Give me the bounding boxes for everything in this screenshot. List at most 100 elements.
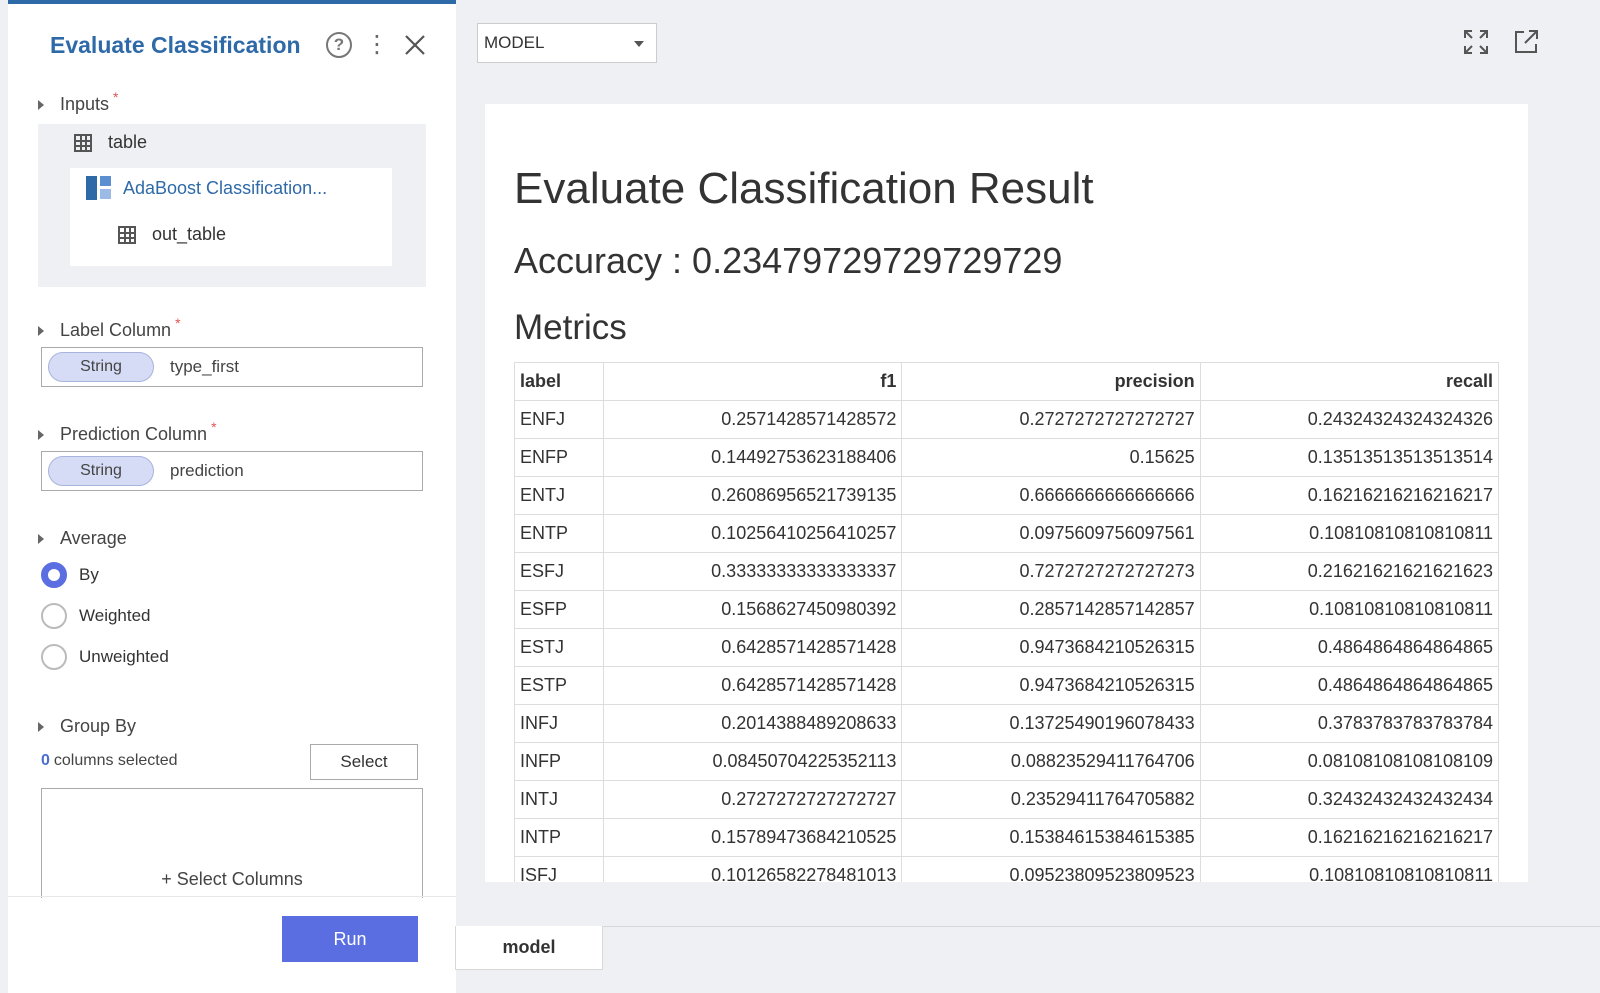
table-cell-label: ISFJ <box>513 856 605 882</box>
table-cell-precision: 0.7272727272727273 <box>901 552 1201 591</box>
select-columns-link[interactable]: + Select Columns <box>42 869 422 890</box>
average-option-unweighted[interactable]: Unweighted <box>41 644 169 670</box>
metrics-heading: Metrics <box>514 308 627 347</box>
expand-icon[interactable] <box>1462 28 1490 56</box>
metrics-table-body: ENFJ 0.2571428571428572 0.2727272727272727… <box>513 400 1500 882</box>
tab-model[interactable]: model <box>455 926 603 970</box>
prediction-column-type-badge: String <box>48 456 154 486</box>
table-cell-f1: 0.6428571428571428 <box>603 666 903 705</box>
input-table-row[interactable]: table <box>74 132 147 153</box>
table-cell-label: INTP <box>513 818 605 857</box>
table-row: ENTJ 0.26086956521739135 0.666666666666666… <box>513 476 1500 515</box>
table-cell-f1: 0.10126582278481013 <box>603 856 903 882</box>
table-cell-f1: 0.14492753623188406 <box>603 438 903 477</box>
result-card: Evaluate Classification Result Accuracy … <box>485 104 1528 882</box>
settings-panel: Evaluate Classification ? ⋮ Inputs * tab… <box>8 0 456 993</box>
table-cell-label: ESTJ <box>513 628 605 667</box>
panel-footer-divider <box>8 896 456 897</box>
more-options-icon[interactable]: ⋮ <box>362 30 392 60</box>
prediction-column-section-toggle[interactable]: Prediction Column * <box>38 419 217 445</box>
selected-count-number: 0 <box>41 752 50 769</box>
group-by-select-button[interactable]: Select <box>310 744 418 780</box>
help-glyph: ? <box>326 32 352 58</box>
table-cell-precision: 0.0975609756097561 <box>901 514 1201 553</box>
result-title: Evaluate Classification Result <box>514 164 1094 213</box>
model-input-row[interactable]: AdaBoost Classification... <box>86 176 327 200</box>
average-option-label: Weighted <box>79 606 151 625</box>
prediction-column-field[interactable]: String prediction <box>41 451 423 491</box>
table-cell-precision: 0.9473684210526315 <box>901 628 1201 667</box>
required-mark: * <box>113 88 119 105</box>
table-cell-recall: 0.24324324324324326 <box>1199 400 1500 439</box>
table-cell-precision: 0.2857142857142857 <box>901 590 1201 629</box>
group-by-columns-box: + Select Columns <box>41 788 423 898</box>
table-cell-label: ENFJ <box>513 400 605 439</box>
panel-title: Evaluate Classification <box>50 32 301 58</box>
table-cell-f1: 0.6428571428571428 <box>603 628 903 667</box>
inputs-label: Inputs <box>60 94 110 114</box>
prediction-column-label: Prediction Column <box>60 424 208 444</box>
table-icon <box>118 225 136 244</box>
close-glyph <box>405 35 425 55</box>
table-row: ESFP 0.1568627450980392 0.2857142857142857… <box>513 590 1500 629</box>
table-cell-recall: 0.08108108108108109 <box>1199 742 1500 781</box>
close-icon[interactable] <box>400 30 430 60</box>
table-row: ESTJ 0.6428571428571428 0.9473684210526315… <box>513 628 1500 667</box>
caret-right-icon <box>38 325 44 336</box>
label-column-label: Label Column <box>60 320 172 340</box>
table-cell-label: ESTP <box>513 666 605 705</box>
prediction-column-value: prediction <box>170 461 244 480</box>
table-cell-precision: 0.15625 <box>901 438 1201 477</box>
table-cell-f1: 0.08450704225352113 <box>603 742 903 781</box>
table-cell-label: ESFP <box>513 590 605 629</box>
run-button[interactable]: Run <box>282 916 418 962</box>
label-column-field[interactable]: String type_first <box>41 347 423 387</box>
table-cell-precision: 0.23529411764705882 <box>901 780 1201 819</box>
column-header-recall: recall <box>1199 362 1500 401</box>
average-option-by[interactable]: By <box>41 562 99 588</box>
table-cell-label: ENFP <box>513 438 605 477</box>
table-cell-recall: 0.10810810810810811 <box>1199 856 1500 882</box>
table-cell-precision: 0.09523809523809523 <box>901 856 1201 882</box>
table-cell-precision: 0.9473684210526315 <box>901 666 1201 705</box>
out-table-row[interactable]: out_table <box>118 224 226 245</box>
table-row: INFP 0.08450704225352113 0.088235294117647… <box>513 742 1500 781</box>
open-external-icon[interactable] <box>1512 28 1540 56</box>
table-cell-f1: 0.10256410256410257 <box>603 514 903 553</box>
required-mark: * <box>211 418 217 435</box>
average-option-weighted[interactable]: Weighted <box>41 603 151 629</box>
table-row: INTJ 0.2727272727272727 0.2352941176470588… <box>513 780 1500 819</box>
table-cell-precision: 0.13725490196078433 <box>901 704 1201 743</box>
table-cell-label: INFP <box>513 742 605 781</box>
inputs-section-toggle[interactable]: Inputs * <box>38 89 119 115</box>
group-by-selected-count: 0 columns selected <box>41 752 178 770</box>
table-cell-recall: 0.4864864864864865 <box>1199 666 1500 705</box>
group-by-section-toggle[interactable]: Group By <box>38 716 136 737</box>
label-column-section-toggle[interactable]: Label Column * <box>38 315 181 341</box>
table-cell-label: INTJ <box>513 780 605 819</box>
table-cell-label: ENTP <box>513 514 605 553</box>
table-row: INFJ 0.2014388489208633 0.1372549019607843… <box>513 704 1500 743</box>
caret-right-icon <box>38 533 44 544</box>
view-select-dropdown[interactable]: MODEL <box>477 23 657 63</box>
table-cell-recall: 0.10810810810810811 <box>1199 514 1500 553</box>
bottom-tab-bar <box>456 926 1600 993</box>
model-input-label: AdaBoost Classification... <box>123 177 328 198</box>
table-cell-recall: 0.32432432432432434 <box>1199 780 1500 819</box>
table-cell-f1: 0.26086956521739135 <box>603 476 903 515</box>
table-cell-precision: 0.2727272727272727 <box>901 400 1201 439</box>
help-icon[interactable]: ? <box>324 30 354 60</box>
radio-checked-icon <box>41 562 67 588</box>
radio-unchecked-icon <box>41 644 67 670</box>
table-cell-label: ESFJ <box>513 552 605 591</box>
average-label: Average <box>60 528 127 548</box>
table-cell-recall: 0.4864864864864865 <box>1199 628 1500 667</box>
chevron-down-icon <box>634 41 644 47</box>
metrics-table: label f1 precision recall ENFJ 0.25714285… <box>513 362 1500 882</box>
average-section-toggle[interactable]: Average <box>38 528 127 549</box>
table-cell-f1: 0.2571428571428572 <box>603 400 903 439</box>
table-cell-label: INFJ <box>513 704 605 743</box>
accuracy-text: Accuracy : 0.23479729729729729 <box>514 240 1063 281</box>
radio-unchecked-icon <box>41 603 67 629</box>
table-cell-recall: 0.3783783783783784 <box>1199 704 1500 743</box>
